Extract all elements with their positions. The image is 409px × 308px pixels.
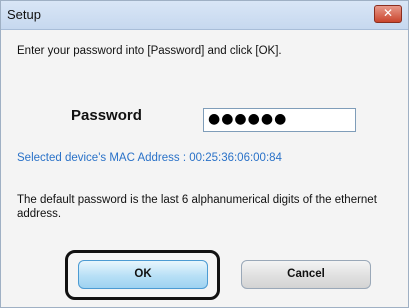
mac-address-text: Selected device's MAC Address : 00:25:36… bbox=[17, 152, 282, 164]
ok-button[interactable]: OK bbox=[78, 260, 208, 289]
close-button[interactable]: ✕ bbox=[374, 5, 402, 23]
password-input[interactable]: ●●●●●● bbox=[203, 108, 356, 132]
password-label: Password bbox=[71, 107, 142, 124]
window-title: Setup bbox=[7, 7, 41, 22]
setup-dialog: Setup ✕ Enter your password into [Passwo… bbox=[0, 0, 409, 308]
instruction-text: Enter your password into [Password] and … bbox=[17, 45, 282, 57]
cancel-button[interactable]: Cancel bbox=[241, 260, 371, 289]
dialog-content: Enter your password into [Password] and … bbox=[1, 30, 408, 307]
title-bar: Setup ✕ bbox=[1, 1, 408, 30]
default-password-note: The default password is the last 6 alpha… bbox=[17, 194, 377, 220]
close-icon: ✕ bbox=[382, 6, 394, 20]
